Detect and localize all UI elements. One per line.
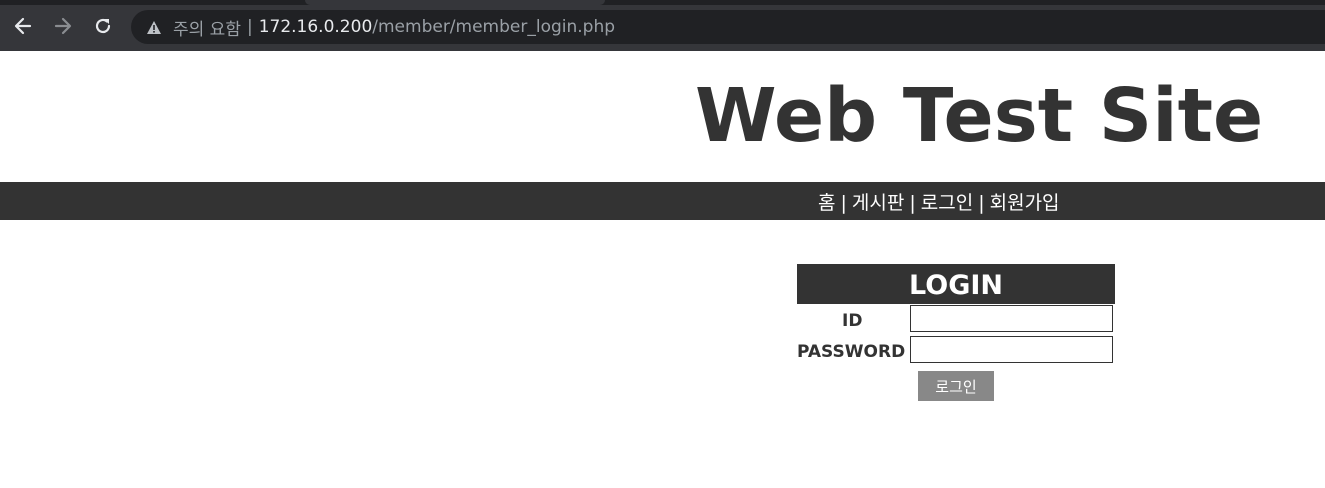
reload-button[interactable] — [90, 13, 116, 39]
nav-separator: | — [840, 192, 847, 214]
security-label[interactable]: 주의 요함 — [173, 15, 241, 40]
nav-separator: | — [978, 192, 985, 214]
active-tab[interactable] — [305, 0, 605, 5]
arrow-right-icon — [53, 16, 73, 36]
address-bar[interactable]: 주의 요함 | 172.16.0.200/member/member_login… — [131, 10, 1325, 44]
site-header: Web Test Site — [0, 51, 1325, 182]
reload-icon — [93, 16, 113, 36]
address-separator: | — [246, 17, 253, 37]
password-input[interactable] — [910, 336, 1113, 363]
nav-separator: | — [909, 192, 916, 214]
login-form: LOGIN ID PASSWORD 로그인 — [797, 264, 1115, 401]
nav-home-link[interactable]: 홈 — [818, 192, 835, 214]
tab-strip — [0, 0, 1325, 5]
url-host: 172.16.0.200 — [258, 17, 373, 37]
main-nav: 홈 | 게시판 | 로그인 | 회원가입 — [0, 182, 1325, 220]
nav-signup-link[interactable]: 회원가입 — [990, 192, 1060, 214]
password-row: PASSWORD — [797, 335, 1115, 366]
id-label: ID — [842, 311, 863, 331]
login-title: LOGIN — [797, 264, 1115, 304]
nav-board-link[interactable]: 게시판 — [852, 192, 904, 214]
back-button[interactable] — [10, 13, 36, 39]
id-row: ID — [797, 304, 1115, 335]
site-title: Web Test Site — [695, 73, 1264, 159]
nav-login-link[interactable]: 로그인 — [921, 192, 973, 214]
login-submit-button[interactable]: 로그인 — [918, 371, 994, 401]
arrow-left-icon — [13, 16, 33, 36]
browser-toolbar: 주의 요함 | 172.16.0.200/member/member_login… — [0, 0, 1325, 51]
url-path: /member/member_login.php — [372, 17, 616, 37]
id-input[interactable] — [910, 305, 1113, 332]
nav-links: 홈 | 게시판 | 로그인 | 회원가입 — [818, 188, 1060, 215]
forward-button[interactable] — [50, 13, 76, 39]
warning-triangle-icon[interactable] — [145, 18, 163, 36]
password-label: PASSWORD — [797, 342, 906, 362]
